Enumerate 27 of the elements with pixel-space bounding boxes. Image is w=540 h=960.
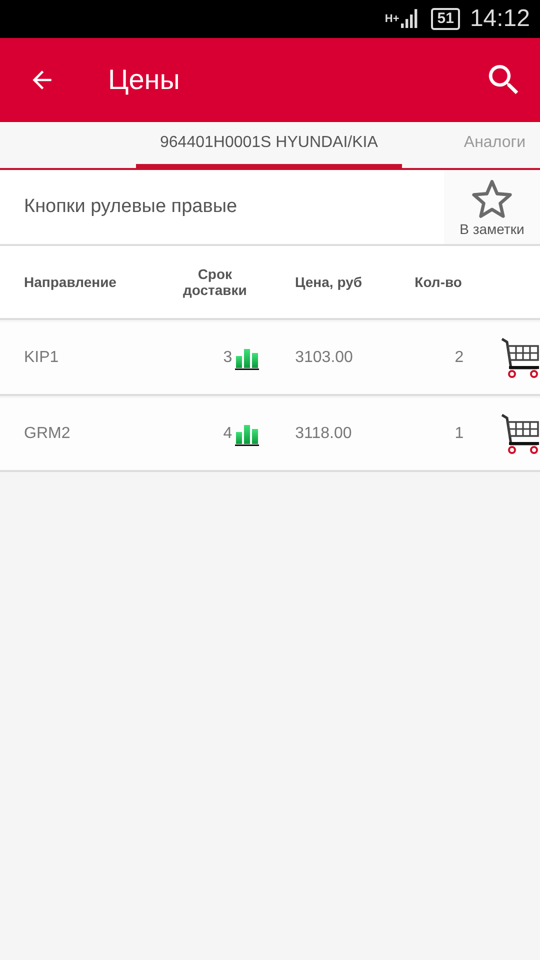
add-to-notes-button[interactable]: В заметки xyxy=(444,170,540,244)
table-cell-text: 2 xyxy=(454,349,464,367)
signal-icon xyxy=(401,9,420,29)
column-header: Срок доставки xyxy=(182,266,248,298)
table-cell-text: KIP1 xyxy=(23,349,60,367)
table-cell: 3 xyxy=(223,349,232,367)
clock: 14:12 xyxy=(470,5,530,33)
table-cell-text: 3103.00 xyxy=(294,349,354,367)
tab[interactable]: Аналоги xyxy=(464,122,526,168)
table-row[interactable]: KIP1 3 3103.00 2 xyxy=(0,322,540,396)
product-name: Кнопки рулевые правые xyxy=(23,196,238,218)
table-cell-text: 1 xyxy=(454,425,464,443)
star-icon xyxy=(470,177,514,221)
table-row[interactable]: GRM2 4 3118.00 1 xyxy=(0,398,540,472)
bar-chart-icon xyxy=(235,422,260,446)
cart-icon[interactable] xyxy=(500,336,540,380)
screen-title: Цены xyxy=(108,64,181,96)
battery-icon: 51 xyxy=(431,8,460,30)
cart-icon[interactable] xyxy=(500,412,540,456)
table-cell-text: 3118.00 xyxy=(294,425,353,443)
bar-chart-icon xyxy=(235,346,260,370)
column-header: Направление xyxy=(23,274,118,290)
table-cell-text: GRM2 xyxy=(23,425,72,443)
column-header: Кол-во xyxy=(414,274,463,290)
column-header: Цена, руб xyxy=(294,274,364,290)
network-type: H+ xyxy=(384,13,400,25)
table-cell: 4 xyxy=(223,425,232,443)
